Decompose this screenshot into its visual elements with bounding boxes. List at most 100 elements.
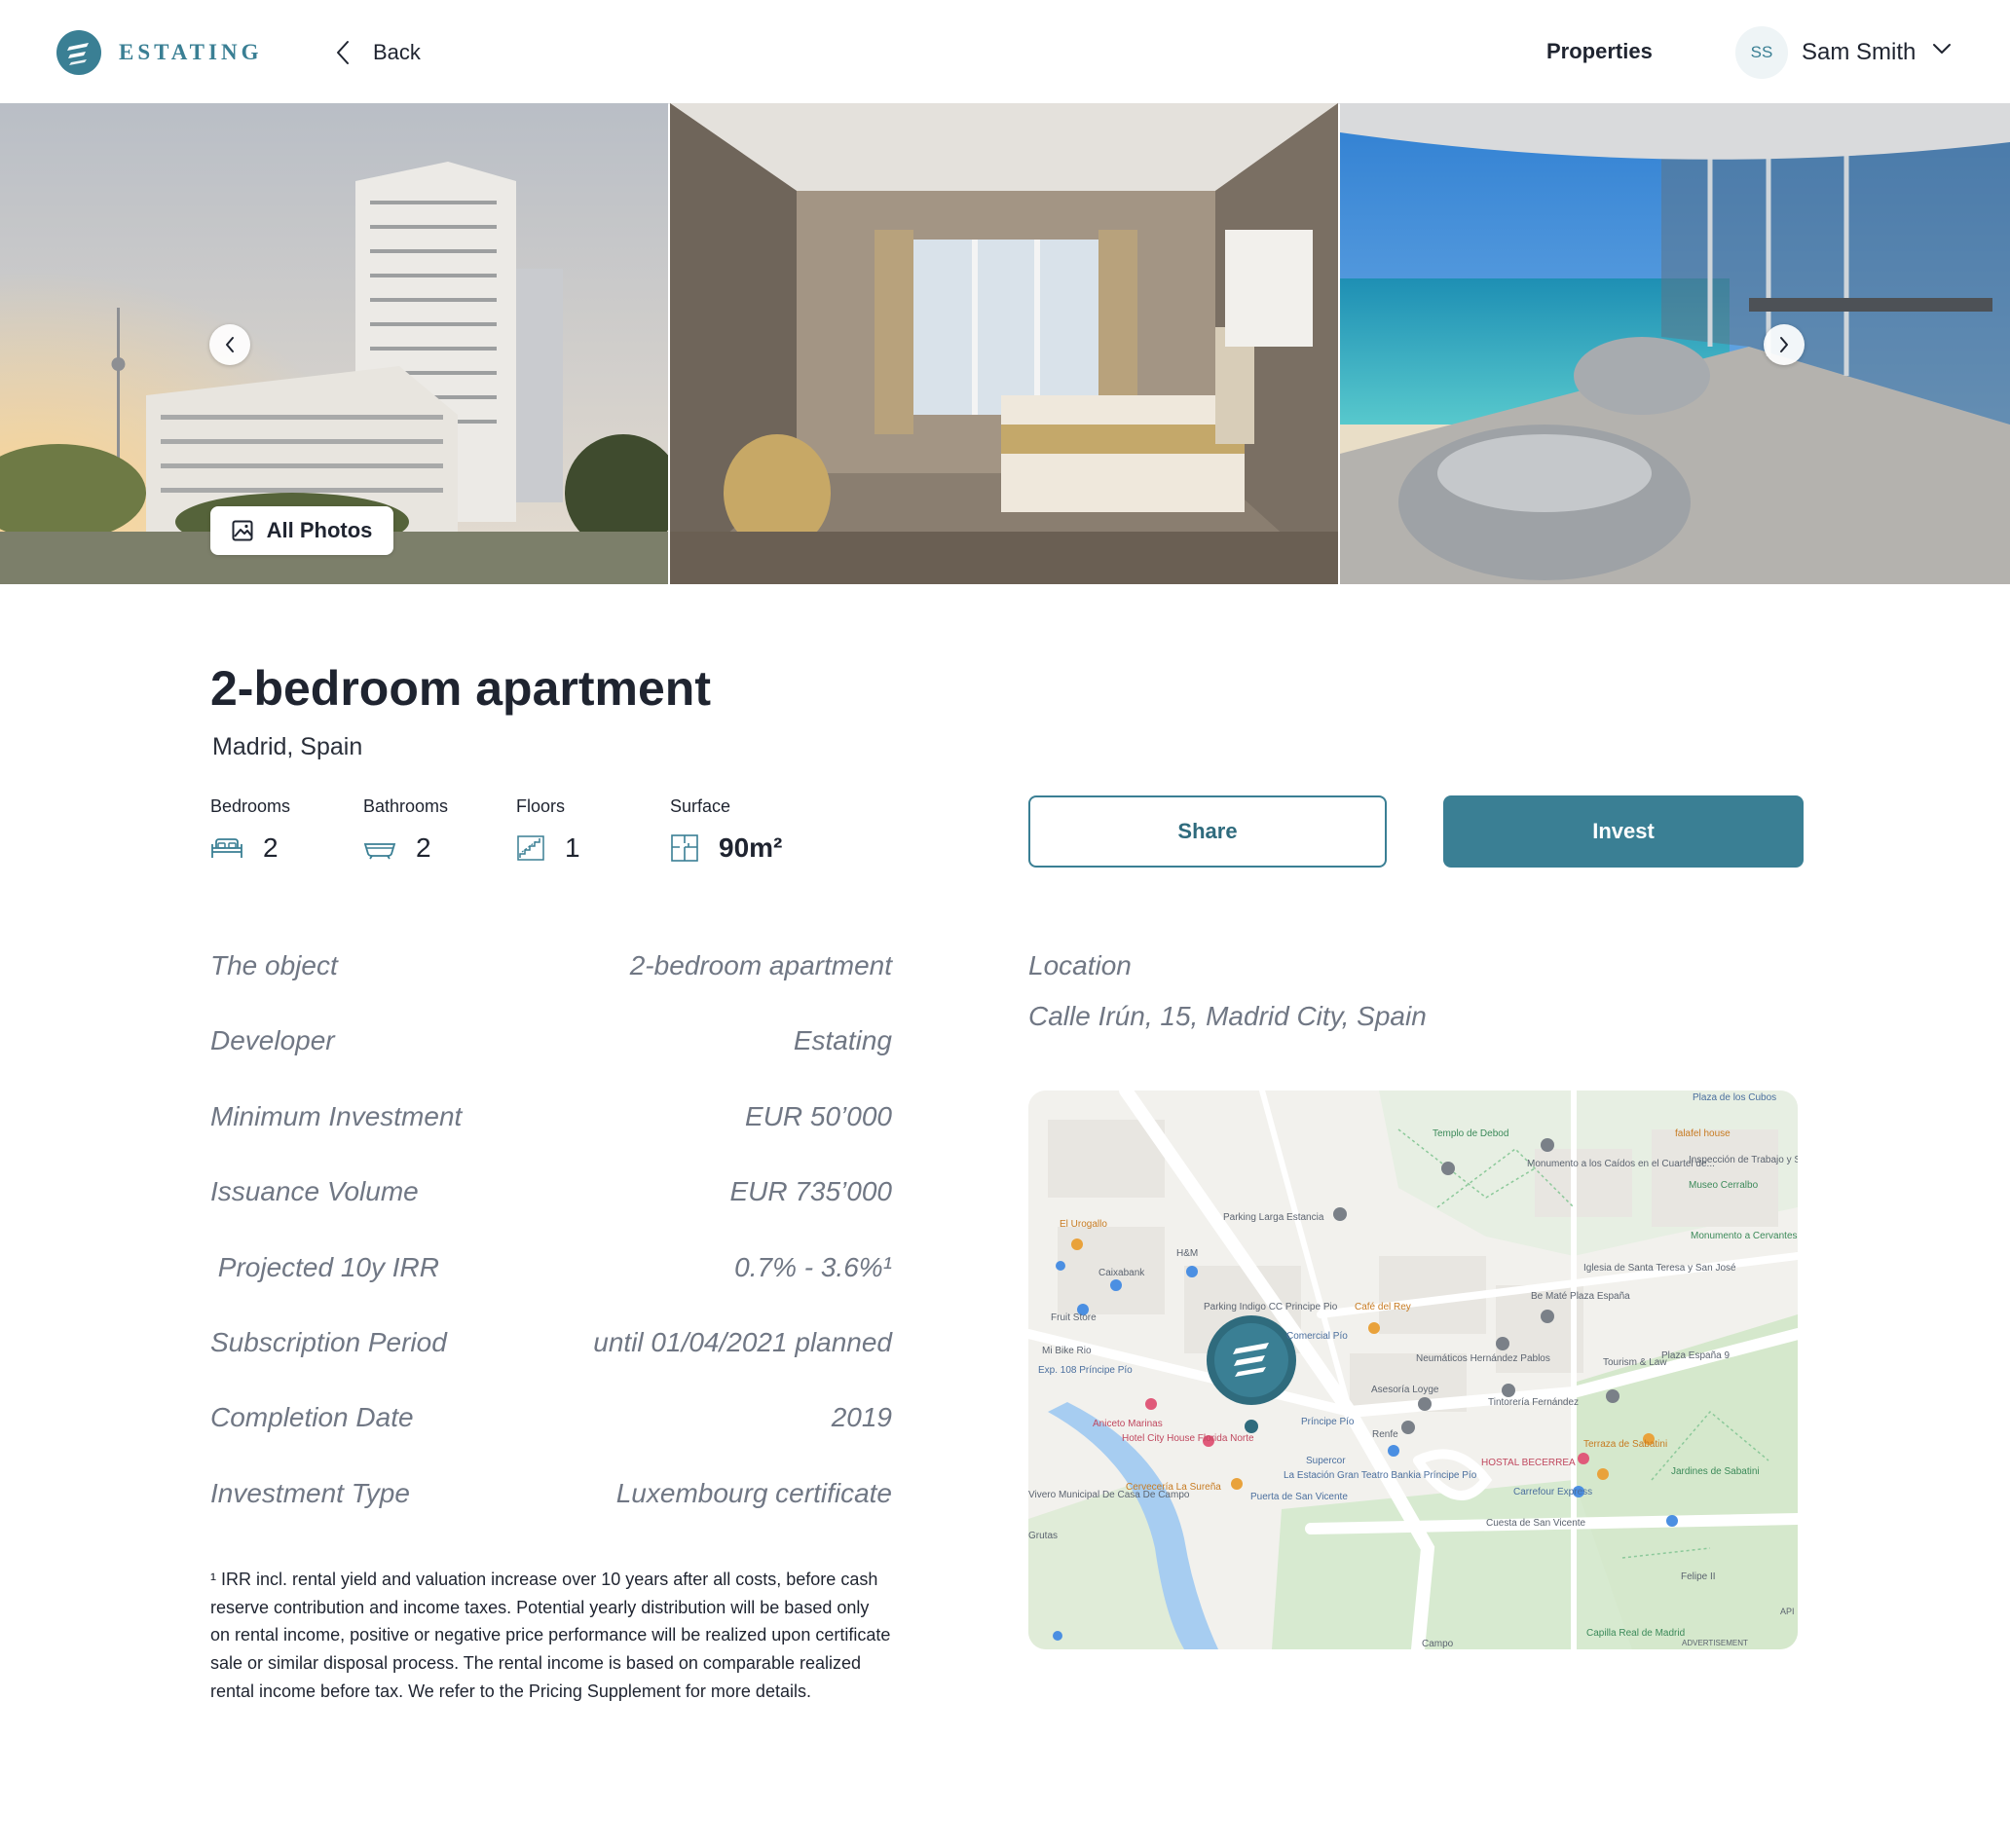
gallery-prev-button[interactable] — [209, 324, 250, 365]
property-location: Madrid, Spain — [212, 733, 363, 760]
top-header: ESTATING Back Properties SS Sam Smith — [0, 0, 2010, 104]
detail-row: Completion Date 2019 — [210, 1396, 892, 1471]
map-label: Puerta de San Vicente — [1250, 1492, 1348, 1502]
detail-value: EUR 735’000 — [729, 1176, 892, 1207]
map-label: Exp. 108 Príncipe Pío — [1038, 1365, 1133, 1376]
gallery-next-button[interactable] — [1764, 324, 1805, 365]
location-address: Calle Irún, 15, Madrid City, Spain — [1028, 1001, 1427, 1031]
image-icon — [232, 520, 253, 541]
stairs-icon — [517, 835, 544, 861]
stat-value: 2 — [416, 832, 431, 863]
brand-name[interactable]: ESTATING — [119, 40, 262, 65]
map-label: H&M — [1176, 1248, 1198, 1259]
property-title: 2-bedroom apartment — [210, 661, 711, 716]
bed-icon — [211, 838, 242, 858]
map-label: Campo — [1422, 1639, 1454, 1649]
map-label: falafel house — [1675, 1128, 1731, 1139]
stat-label: Floors — [516, 796, 566, 816]
map-label: Neumáticos Hernández Pablos — [1416, 1353, 1550, 1364]
location-map[interactable]: Plaza de los Cubos Templo de Debod Monum… — [1028, 1090, 1798, 1649]
detail-row: Subscription Period until 01/04/2021 pla… — [210, 1321, 892, 1396]
map-label: Vivero Municipal De Casa De Campo — [1028, 1490, 1190, 1500]
bathtub-icon — [363, 843, 396, 860]
chevron-left-icon — [337, 41, 349, 64]
invest-button[interactable]: Invest — [1443, 795, 1804, 868]
detail-label: Subscription Period — [210, 1326, 447, 1357]
map-label: Tourism & Law — [1603, 1357, 1667, 1368]
map-label: API — [1780, 1607, 1795, 1616]
map-label: Café del Rey — [1355, 1302, 1411, 1312]
avatar[interactable]: SS — [1735, 26, 1788, 79]
stat-label: Bedrooms — [210, 796, 291, 816]
share-button[interactable]: Share — [1028, 795, 1387, 868]
map-label: Carrefour Express — [1513, 1487, 1592, 1497]
detail-label: The object — [210, 950, 338, 980]
detail-label: Investment Type — [210, 1477, 410, 1508]
map-label: HOSTAL BECERREA — [1481, 1458, 1576, 1468]
map-label: Be Maté Plaza España — [1531, 1291, 1630, 1302]
map-label: Plaza de los Cubos — [1693, 1092, 1776, 1103]
brand-logo-icon[interactable] — [56, 30, 101, 75]
stat-floors: Floors 1 — [516, 796, 580, 864]
back-button[interactable]: Back — [336, 35, 421, 70]
detail-row: Investment Type Luxembourg certificate — [210, 1472, 892, 1547]
chevron-right-icon — [1780, 337, 1788, 352]
map-label: Asesoría Loyge — [1371, 1385, 1439, 1395]
map-label: Plaza España 9 — [1661, 1350, 1730, 1361]
stat-value: 2 — [263, 832, 279, 863]
stat-surface: Surface 90m² — [670, 796, 782, 864]
location-label: Location — [1028, 950, 1132, 980]
map-label: Caixabank — [1098, 1268, 1145, 1278]
map-label: Aniceto Marinas — [1093, 1419, 1163, 1429]
all-photos-label: All Photos — [266, 518, 373, 542]
map-label: Jardines de Sabatini — [1671, 1466, 1760, 1477]
detail-label: Projected 10y IRR — [210, 1251, 439, 1282]
stat-label: Bathrooms — [363, 796, 449, 816]
map-label: Museo Cerralbo — [1689, 1180, 1759, 1191]
map-label: Hotel City House Florida Norte — [1122, 1433, 1254, 1444]
back-label: Back — [373, 40, 421, 64]
map-label: Parking Larga Estancia — [1223, 1212, 1324, 1223]
stat-value: 1 — [565, 832, 580, 863]
irr-footnote: ¹ IRR incl. rental yield and valuation i… — [210, 1570, 891, 1701]
detail-value: 2019 — [831, 1402, 892, 1433]
stat-label: Surface — [670, 796, 731, 816]
map-label: La Estación Gran Teatro Bankia Príncipe … — [1284, 1470, 1477, 1481]
map-label: Grutas — [1028, 1531, 1058, 1541]
all-photos-button[interactable]: All Photos — [210, 506, 393, 555]
map-label: Tintorería Fernández — [1488, 1397, 1579, 1408]
detail-label: Minimum Investment — [210, 1100, 463, 1131]
detail-value: Luxembourg certificate — [615, 1477, 892, 1508]
map-label: Templo de Debod — [1433, 1128, 1508, 1139]
map-label: Renfe — [1372, 1429, 1398, 1440]
stat-value: 90m² — [719, 832, 783, 863]
gallery-photo-bedroom[interactable] — [670, 103, 1338, 584]
photo-gallery: All Photos — [0, 103, 2010, 584]
floorplan-icon — [671, 834, 698, 862]
map-label: Comercial Pío — [1286, 1331, 1348, 1342]
map-label: Mi Bike Rio — [1042, 1346, 1092, 1356]
investment-details: The object 2-bedroom apartment Developer… — [210, 944, 892, 1547]
stat-bathrooms: Bathrooms 2 — [363, 796, 448, 864]
gallery-photo-balcony[interactable] — [1340, 103, 2010, 584]
map-label: Fruit Store — [1051, 1312, 1097, 1323]
chevron-down-icon[interactable] — [1932, 43, 1952, 55]
nav-properties-link[interactable]: Properties — [1546, 39, 1653, 64]
detail-value: until 01/04/2021 planned — [593, 1326, 892, 1357]
map-label: Capilla Real de Madrid — [1586, 1628, 1685, 1639]
map-label: Cuesta de San Vicente — [1486, 1518, 1586, 1529]
map-label: Felipe II — [1681, 1571, 1716, 1582]
chevron-left-icon — [226, 337, 234, 352]
detail-label: Developer — [210, 1025, 335, 1056]
map-label: Monumento a Cervantes — [1691, 1231, 1798, 1241]
detail-row: Issuance Volume EUR 735’000 — [210, 1170, 892, 1245]
detail-row: Developer Estating — [210, 1019, 892, 1094]
map-label: Supercor — [1306, 1456, 1346, 1466]
map-label: Iglesia de Santa Teresa y San José — [1583, 1263, 1736, 1274]
user-menu-name[interactable]: Sam Smith — [1802, 39, 1916, 66]
detail-label: Issuance Volume — [210, 1176, 419, 1207]
map-label: Parking Indigo CC Principe Pio — [1204, 1302, 1338, 1312]
detail-value: 2-bedroom apartment — [629, 950, 892, 980]
map-label: ADVERTISEMENT — [1682, 1639, 1748, 1647]
detail-row: Projected 10y IRR 0.7% - 3.6%¹ — [210, 1246, 892, 1321]
